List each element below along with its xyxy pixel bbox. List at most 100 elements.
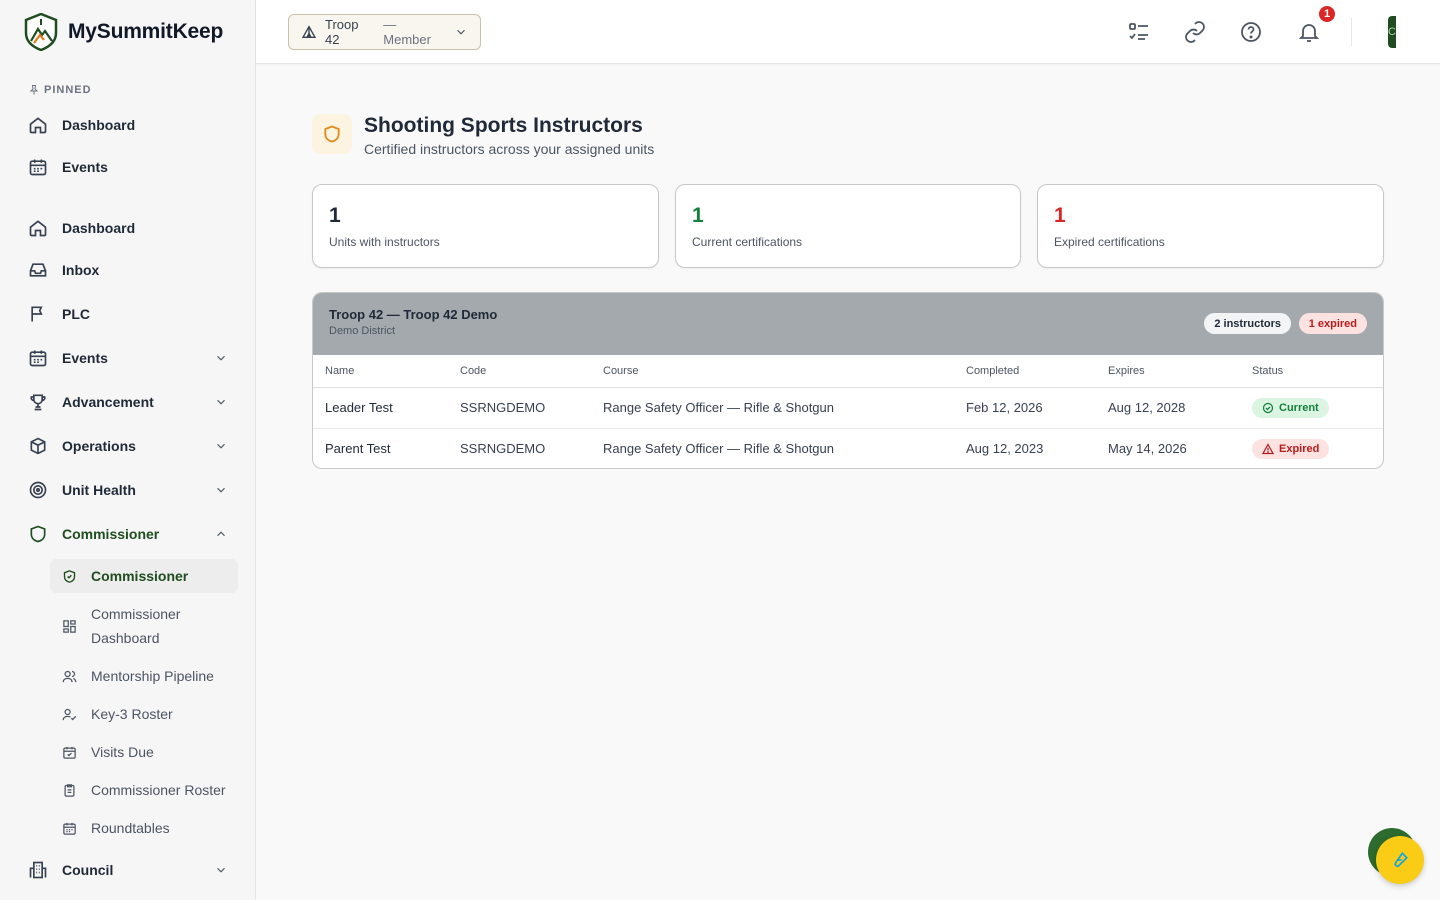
column-header: Code [448,355,591,388]
subnav-roundtables[interactable]: Roundtables [50,816,238,840]
sidebar-item-advancement[interactable]: Advancement [24,384,236,420]
pinned-section-label: PINNED [28,84,92,96]
column-header: Expires [1096,355,1240,388]
unit-header[interactable]: Troop 42 — Troop 42 Demo Demo District 2… [313,293,1383,355]
instructor-count-badge: 2 instructors [1204,313,1291,334]
status-badge: Expired [1252,438,1330,459]
home-icon [28,115,48,135]
page-header: Shooting Sports Instructors Certified in… [312,114,654,157]
unit-selector-unit: Troop 42 [325,17,359,47]
status-label: Current [1279,401,1319,414]
clipboard-icon [62,783,77,798]
calendar-check-icon [62,745,77,760]
sidebar-item-label: Council [62,862,114,878]
stat-label: Units with instructors [329,235,440,249]
test-tube-icon [1391,851,1409,869]
help-icon[interactable] [1239,20,1263,44]
tent-icon [301,24,317,40]
shield-icon [312,114,352,154]
subnav-label: Visits Due [91,744,154,760]
sidebar-item-dashboard[interactable]: Dashboard [24,210,236,246]
status-badge: Current [1252,397,1329,418]
cell-code: SSRNGDEMO [460,441,546,457]
cell-status: Current [1240,387,1383,429]
column-header: Completed [954,355,1096,388]
mountain-logo-icon [24,13,58,51]
pinned-item-label: Events [62,159,108,175]
shield-check-icon [62,569,77,584]
chevron-up-icon [214,527,228,541]
bell-icon[interactable] [1297,20,1321,44]
user-check-icon [62,707,77,722]
unit-instructors-card: Troop 42 — Troop 42 Demo Demo District 2… [312,292,1384,469]
cell-expires: Aug 12, 2028 [1096,387,1240,429]
sidebar-item-label: Events [62,350,108,366]
column-header: Course [591,355,954,388]
check-circle-icon [1262,402,1274,414]
cell-course: Range Safety Officer — Rifle & Shotgun [591,387,954,429]
subnav-key-3-roster[interactable]: Key-3 Roster [50,702,238,726]
users-icon [62,669,77,684]
sidebar-item-inbox[interactable]: Inbox [24,252,236,288]
building-icon [28,860,48,880]
link-icon[interactable] [1183,20,1207,44]
sidebar-item-operations[interactable]: Operations [24,428,236,464]
sidebar-item-label: Inbox [62,262,100,278]
subnav-commissioner-roster[interactable]: Commissioner Roster [50,778,238,802]
calendar-icon [28,157,48,177]
subnav-commissioner[interactable]: Commissioner [50,559,238,593]
pin-icon [28,84,40,96]
test-tube-button[interactable] [1376,836,1424,884]
pinned-item-label: Dashboard [62,117,136,133]
box-icon [28,436,48,456]
cell-expires: May 14, 2026 [1108,441,1187,457]
status-label: Expired [1279,442,1320,455]
table-row[interactable]: Leader Test SSRNGDEMO Range Safety Offic… [313,387,1383,429]
divider [1351,18,1352,46]
sidebar-item-council[interactable]: Council [24,852,236,888]
warning-icon [1262,442,1274,455]
stat-value: 1 [692,204,704,227]
subnav-label: Commissioner Roster [91,782,226,798]
instructors-table: Name Code Course Completed Expires Statu… [313,355,1383,468]
flag-icon [28,304,48,324]
brand-name: MySummitKeep [68,20,224,43]
subnav-label: Commissioner [91,568,189,584]
sidebar-item-label: Dashboard [62,220,136,236]
cell-name: Parent Test [325,441,391,457]
sidebar-item-commissioner[interactable]: Commissioner [24,516,236,552]
checklist-icon[interactable] [1127,20,1151,44]
cell-status: Expired [1240,428,1383,468]
calendar-icon [28,348,48,368]
table-row[interactable]: Parent Test SSRNGDEMO Range Safety Offic… [313,428,1383,468]
brand[interactable]: MySummitKeep [24,13,223,51]
chevron-down-icon [214,439,228,453]
chevron-down-icon [214,483,228,497]
pinned-item-events[interactable]: Events [24,149,236,185]
subnav-commissioner-dashboard[interactable]: Commissioner Dashboard [50,602,238,650]
expired-count-badge: 1 expired [1298,313,1367,334]
sidebar-item-label: Commissioner [62,526,160,542]
stat-card-units: 1 Units with instructors [312,184,659,268]
stat-card-current: 1 Current certifications [675,184,1021,268]
sidebar-item-plc[interactable]: PLC [24,296,236,332]
subnav-mentorship-pipeline[interactable]: Mentorship Pipeline [50,664,238,688]
page-subtitle: Certified instructors across your assign… [364,141,655,157]
pinned-label: PINNED [44,84,92,96]
chevron-down-icon [214,863,228,877]
cell-course: Range Safety Officer — Rifle & Shotgun [603,441,834,457]
sidebar-item-events[interactable]: Events [24,340,236,376]
stat-value: 1 [329,204,341,227]
chevron-down-icon [214,395,228,409]
subnav-label: Key-3 Roster [91,706,173,722]
avatar[interactable]: C [1388,16,1396,48]
pinned-item-dashboard[interactable]: Dashboard [24,107,236,143]
subnav-label: Roundtables [91,820,170,836]
trophy-icon [28,392,48,412]
sidebar-item-unit-health[interactable]: Unit Health [24,472,236,508]
unit-selector[interactable]: Troop 42 — Member [288,14,481,50]
subnav-visits-due[interactable]: Visits Due [50,740,238,764]
sidebar-item-label: Advancement [62,394,154,410]
inbox-icon [28,260,48,280]
stat-card-expired: 1 Expired certifications [1037,184,1384,268]
